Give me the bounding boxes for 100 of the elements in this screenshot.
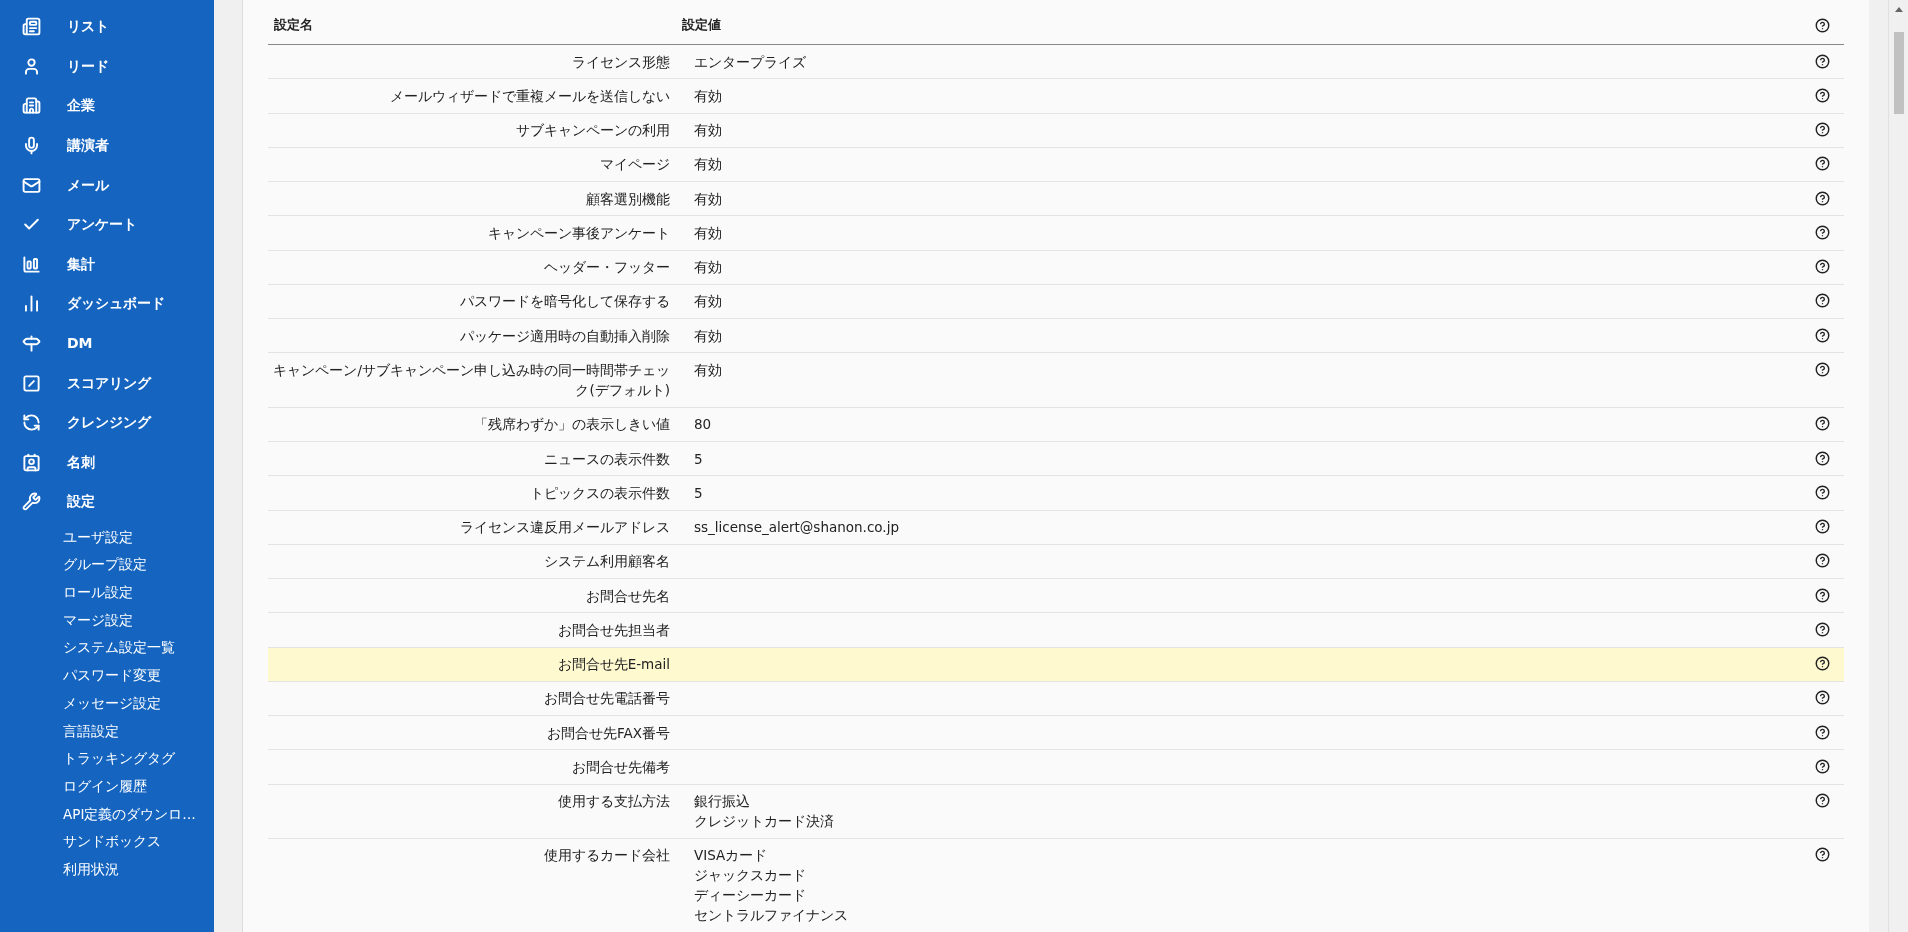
submenu-item[interactable]: トラッキングタグ xyxy=(0,745,214,773)
submenu-item[interactable]: 言語設定 xyxy=(0,717,214,746)
setting-name: パスワードを暗号化して保存する xyxy=(460,293,670,310)
setting-name: キャンペーン事後アンケート xyxy=(488,224,670,241)
sidebar-item[interactable]: メール xyxy=(0,165,214,205)
help-icon[interactable] xyxy=(1815,416,1830,432)
sidebar-item[interactable]: ダッシュボード xyxy=(0,284,214,324)
submenu-item[interactable]: グループ設定 xyxy=(0,551,214,580)
setting-name: パッケージ適用時の自動挿入削除 xyxy=(460,327,670,344)
help-icon[interactable] xyxy=(1815,847,1830,862)
setting-name: ライセンス違反用メールアドレス xyxy=(460,519,670,535)
submenu-item[interactable]: ユーザ設定 xyxy=(0,523,214,552)
setting-name: サブキャンペーンの利用 xyxy=(516,122,670,138)
help-icon[interactable] xyxy=(1815,587,1830,603)
submenu-item[interactable]: パスワード変更 xyxy=(0,662,214,690)
newspaper-icon xyxy=(22,17,41,37)
setting-value: セントラルファイナンス xyxy=(694,906,848,925)
submenu-item[interactable]: 利用状況 xyxy=(0,855,214,884)
submenu-item[interactable]: システム設定一覧 xyxy=(0,634,214,663)
setting-value: クレジットカード決済 xyxy=(694,812,834,831)
submenu-item[interactable]: サンドボックス xyxy=(0,828,214,856)
help-icon[interactable] xyxy=(1815,656,1830,671)
setting-value: 銀行振込 xyxy=(694,792,750,811)
help-icon[interactable] xyxy=(1815,484,1830,500)
help-icon[interactable] xyxy=(1815,793,1830,808)
help-icon[interactable] xyxy=(1815,293,1830,309)
bar-chart-icon xyxy=(22,254,41,274)
sidebar-item[interactable]: リード xyxy=(0,46,214,87)
sidebar-item[interactable]: クレンジング xyxy=(0,402,214,443)
scrollbar-thumb[interactable] xyxy=(1893,32,1904,114)
setting-value: 有効 xyxy=(694,360,722,380)
help-icon[interactable] xyxy=(1815,724,1830,740)
microphone-icon xyxy=(22,136,41,156)
help-icon[interactable] xyxy=(1815,758,1830,774)
scroll-up-icon[interactable] xyxy=(1894,7,1903,12)
sidebar-item[interactable]: 名刺 xyxy=(0,442,214,483)
help-icon[interactable] xyxy=(1815,361,1830,377)
help-icon[interactable] xyxy=(1815,259,1830,274)
setting-name: お問合せ先担当者 xyxy=(558,621,670,638)
setting-name: マイページ xyxy=(600,156,670,173)
bar-chart-icon xyxy=(22,294,41,314)
setting-name: キャンペーン/サブキャンペーン申し込み時の同一時間帯チェック(デフォルト) xyxy=(273,361,670,398)
setting-name: トピックスの表示件数 xyxy=(530,484,670,501)
setting-name: お問合せ先FAX番号 xyxy=(547,724,670,741)
setting-name: お問合せ先電話番号 xyxy=(544,690,670,707)
help-icon[interactable] xyxy=(1815,122,1830,137)
contact-card-icon xyxy=(22,452,41,472)
submenu-item[interactable]: メッセージ設定 xyxy=(0,689,214,718)
square-slash-icon xyxy=(22,373,41,393)
wrench-icon xyxy=(22,492,41,512)
building-icon xyxy=(22,96,41,116)
sidebar-item[interactable]: 講演者 xyxy=(0,125,214,166)
help-icon[interactable] xyxy=(1815,450,1830,466)
setting-value: 有効 xyxy=(694,223,722,243)
help-icon[interactable] xyxy=(1815,224,1830,240)
setting-value: ジャックスカード xyxy=(694,866,806,885)
setting-name: ニュースの表示件数 xyxy=(544,450,670,467)
setting-value: 有効 xyxy=(694,292,722,312)
setting-name: お問合せ先備考 xyxy=(572,758,670,775)
sidebar-item[interactable]: DM xyxy=(0,323,214,364)
help-icon[interactable] xyxy=(1815,18,1830,33)
setting-value: 有効 xyxy=(694,121,722,140)
submenu-item[interactable]: API定義のダウンロ… xyxy=(0,800,214,829)
person-icon xyxy=(22,56,41,76)
setting-value: 有効 xyxy=(694,326,722,346)
help-icon[interactable] xyxy=(1815,621,1830,637)
sidebar-item[interactable]: アンケート xyxy=(0,204,214,245)
setting-name: メールウィザードで重複メールを送信しない xyxy=(390,87,670,104)
submenu-item[interactable]: ログイン履歴 xyxy=(0,772,214,801)
setting-value: ディーシーカード xyxy=(694,886,806,905)
setting-name: 「残席わずか」の表示しきい値 xyxy=(474,416,670,433)
help-icon[interactable] xyxy=(1815,190,1830,206)
submenu-item[interactable]: ロール設定 xyxy=(0,579,214,607)
help-icon[interactable] xyxy=(1815,519,1830,534)
setting-name: お問合せ先名 xyxy=(586,587,670,604)
help-icon[interactable] xyxy=(1815,690,1830,706)
help-icon[interactable] xyxy=(1815,553,1830,569)
help-icon[interactable] xyxy=(1815,327,1830,343)
sidebar-item[interactable]: 集計 xyxy=(0,244,214,285)
column-header: 設定名 xyxy=(273,15,314,34)
sidebar-item[interactable]: スコアリング xyxy=(0,363,214,403)
submenu-item[interactable]: マージ設定 xyxy=(0,606,214,635)
setting-value: エンタープライズ xyxy=(694,52,806,72)
setting-value: 80 xyxy=(694,415,712,435)
setting-value: 5 xyxy=(694,449,703,469)
refresh-icon xyxy=(22,413,41,433)
setting-name: ヘッダー・フッター xyxy=(544,259,670,275)
column-header: 設定値 xyxy=(682,15,722,34)
sidebar-item[interactable]: 設定 xyxy=(0,482,214,522)
help-icon[interactable] xyxy=(1815,53,1830,69)
setting-name: 顧客選別機能 xyxy=(586,190,670,207)
sidebar-item[interactable]: リスト xyxy=(0,7,214,47)
mail-icon xyxy=(22,175,41,195)
setting-value: 有効 xyxy=(694,155,722,175)
sidebar-item[interactable]: 企業 xyxy=(0,86,214,126)
setting-value: 5 xyxy=(694,483,703,503)
setting-name: 使用するカード会社 xyxy=(544,847,670,863)
help-icon[interactable] xyxy=(1815,156,1830,172)
help-icon[interactable] xyxy=(1815,87,1830,103)
setting-value: ss_license_alert@shanon.co.jp xyxy=(694,518,899,537)
